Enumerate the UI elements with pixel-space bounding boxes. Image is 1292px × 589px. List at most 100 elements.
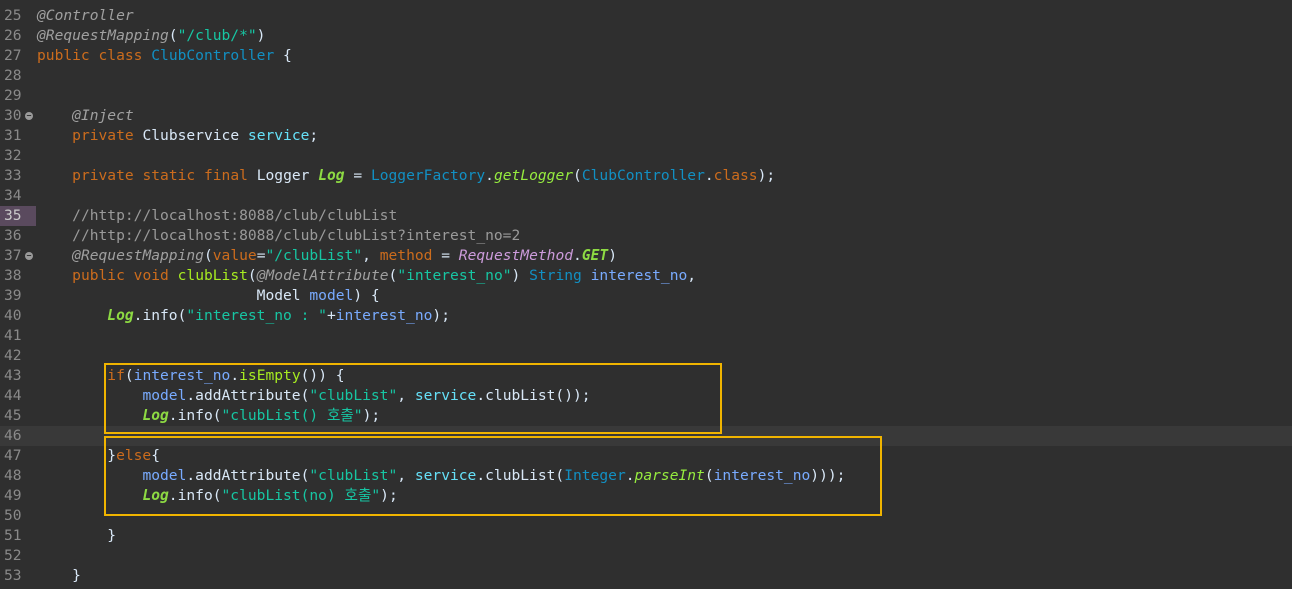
code-line[interactable]: 34 <box>0 186 1292 206</box>
code-token: . <box>704 167 714 184</box>
line-number: 34 <box>4 187 22 204</box>
code-token: "clubList() 호출" <box>221 407 363 424</box>
code-token: .clubList()); <box>476 387 591 404</box>
code-text: } <box>37 526 116 546</box>
code-line[interactable]: 39 Model model) { <box>0 286 1292 306</box>
line-number: 25 <box>4 7 22 24</box>
code-token: @RequestMapping <box>72 247 204 264</box>
code-token: ()) { <box>300 367 345 384</box>
code-line[interactable]: 44 model.addAttribute("clubList", servic… <box>0 386 1292 406</box>
code-line[interactable]: 51 } <box>0 526 1292 546</box>
code-line[interactable]: 36 //http://localhost:8088/club/clubList… <box>0 226 1292 246</box>
code-line[interactable]: 28 <box>0 66 1292 86</box>
code-line[interactable]: 32 <box>0 146 1292 166</box>
code-token: .info( <box>133 307 187 324</box>
code-token: "/club/*" <box>177 27 257 44</box>
code-token: ( <box>704 467 714 484</box>
code-token: Integer <box>564 467 626 484</box>
code-line[interactable]: 41 <box>0 326 1292 346</box>
code-token: @Inject <box>72 107 134 124</box>
line-number: 41 <box>4 327 22 344</box>
code-line[interactable]: 47 }else{ <box>0 446 1292 466</box>
line-number: 53 <box>4 567 22 584</box>
line-number: 40 <box>4 307 22 324</box>
code-text: } <box>37 566 81 586</box>
code-token: public <box>37 47 90 64</box>
code-token: String <box>529 267 582 284</box>
code-token: , <box>362 247 380 264</box>
code-line[interactable]: 40 Log.info("interest_no : "+interest_no… <box>0 306 1292 326</box>
code-token: ; <box>309 127 319 144</box>
fold-collapse-icon[interactable]: − <box>25 252 33 260</box>
line-number: 32 <box>4 147 22 164</box>
code-token: .info( <box>168 487 222 504</box>
code-token: Log <box>318 167 345 184</box>
code-token: value <box>212 247 257 264</box>
code-line[interactable]: 48 model.addAttribute("clubList", servic… <box>0 466 1292 486</box>
code-line[interactable]: 42 <box>0 346 1292 366</box>
code-token: ) { <box>353 287 380 304</box>
code-token: else <box>116 447 152 464</box>
line-number: 44 <box>4 387 22 404</box>
line-number: 28 <box>4 67 22 84</box>
code-line[interactable]: 53 } <box>0 566 1292 586</box>
code-line[interactable]: 45 Log.info("clubList() 호출"); <box>0 406 1292 426</box>
code-line[interactable]: 33 private static final Logger Log = Log… <box>0 166 1292 186</box>
code-line[interactable]: 46 <box>0 426 1292 446</box>
code-line[interactable]: 50 <box>0 506 1292 526</box>
line-number: 51 <box>4 527 22 544</box>
code-token: interest_no <box>713 467 811 484</box>
code-text: public void clubList(@ModelAttribute("in… <box>37 266 696 286</box>
code-token: RequestMethod <box>458 247 574 264</box>
code-line[interactable]: 52 <box>0 546 1292 566</box>
code-line[interactable]: 26 @RequestMapping("/club/*") <box>0 26 1292 46</box>
code-text: if(interest_no.isEmpty()) { <box>37 366 345 386</box>
code-line[interactable]: 25 @Controller <box>0 6 1292 26</box>
code-token: void <box>133 267 169 284</box>
code-line[interactable]: 27 public class ClubController { <box>0 46 1292 66</box>
code-line[interactable]: 35 //http://localhost:8088/club/clubList <box>0 206 1292 226</box>
code-token: model <box>309 287 354 304</box>
code-token: ( <box>247 267 257 284</box>
code-line[interactable]: 49 Log.info("clubList(no) 호출"); <box>0 486 1292 506</box>
code-token: service <box>414 467 477 484</box>
code-token: ( <box>203 247 213 264</box>
code-token: model <box>142 387 187 404</box>
code-token: "clubList" <box>309 467 398 484</box>
code-token: .addAttribute( <box>186 467 310 484</box>
code-token: ); <box>757 167 776 184</box>
code-line[interactable]: 30− @Inject <box>0 106 1292 126</box>
code-token: GET <box>581 247 609 264</box>
code-line[interactable]: 29 <box>0 86 1292 106</box>
fold-collapse-icon[interactable]: − <box>25 112 33 120</box>
code-token: . <box>230 367 240 384</box>
code-text: @RequestMapping(value = "/clubList", metho… <box>37 246 617 266</box>
code-token: "clubList" <box>309 387 398 404</box>
code-token: ))); <box>810 467 846 484</box>
code-token: isEmpty <box>239 367 301 384</box>
code-token: ClubController <box>151 47 275 64</box>
code-token: .info( <box>168 407 222 424</box>
code-token: } <box>37 527 117 544</box>
code-line[interactable]: 31 private Clubservice service; <box>0 126 1292 146</box>
code-token: "clubList(no) 호출" <box>221 487 381 504</box>
code-token: final <box>203 167 248 184</box>
code-token: = <box>432 247 459 264</box>
code-token: "interest_no" <box>397 267 512 284</box>
code-line[interactable]: 43 if(interest_no.isEmpty()) { <box>0 366 1292 386</box>
code-token: ( <box>168 27 178 44</box>
code-line[interactable]: 38 public void clubList(@ModelAttribute(… <box>0 266 1292 286</box>
code-token: ); <box>362 407 381 424</box>
code-editor[interactable]: 25 @Controller 26 @RequestMapping("/club/*"… <box>0 0 1292 589</box>
code-line[interactable]: 37− @RequestMapping(value="/clubList", m… <box>0 246 1292 266</box>
code-token: Log <box>142 407 169 424</box>
